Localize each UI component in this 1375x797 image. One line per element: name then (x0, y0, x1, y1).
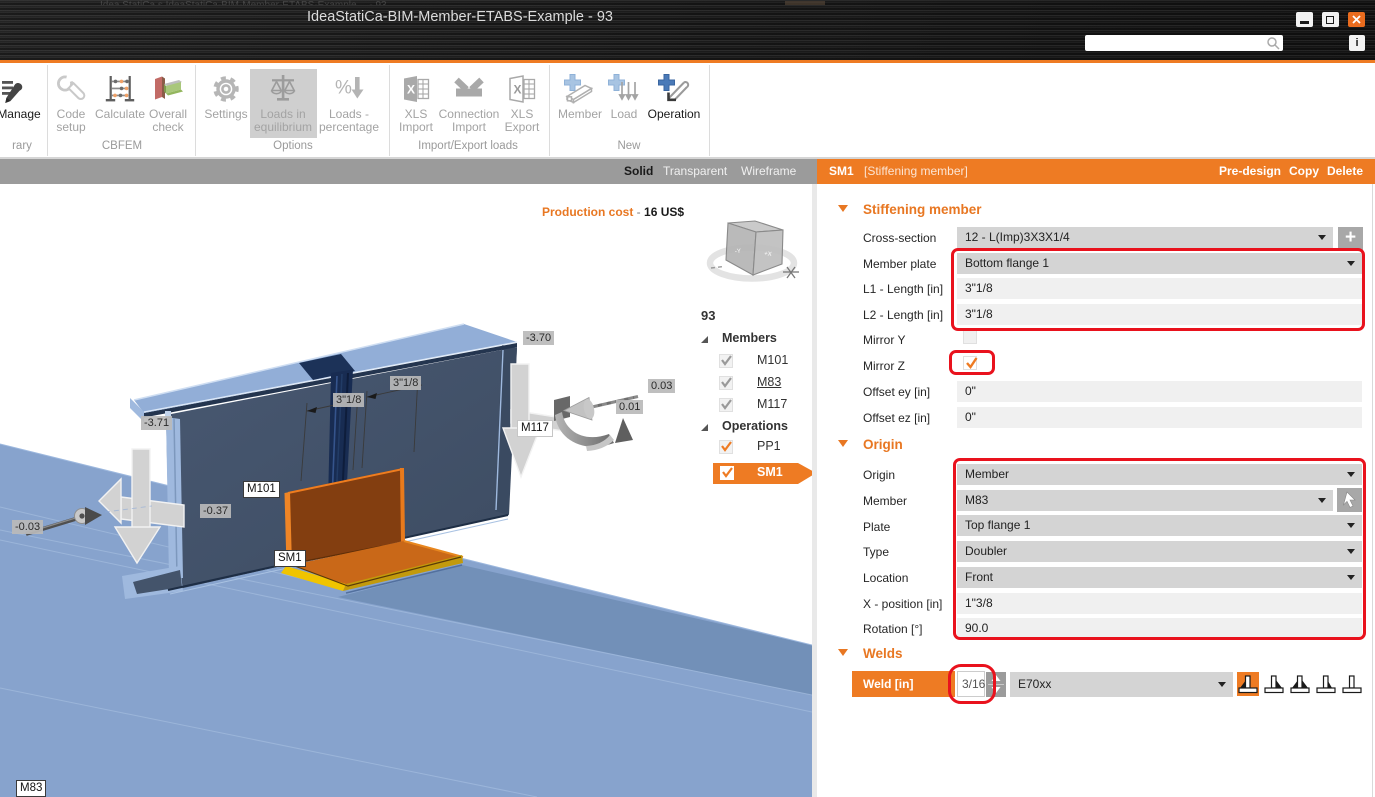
svg-text:+X: +X (764, 251, 772, 258)
svg-text:-Y: -Y (735, 249, 741, 255)
svg-text:%: % (335, 78, 352, 99)
svg-text:X: X (514, 83, 522, 97)
svg-text:X: X (407, 83, 415, 97)
